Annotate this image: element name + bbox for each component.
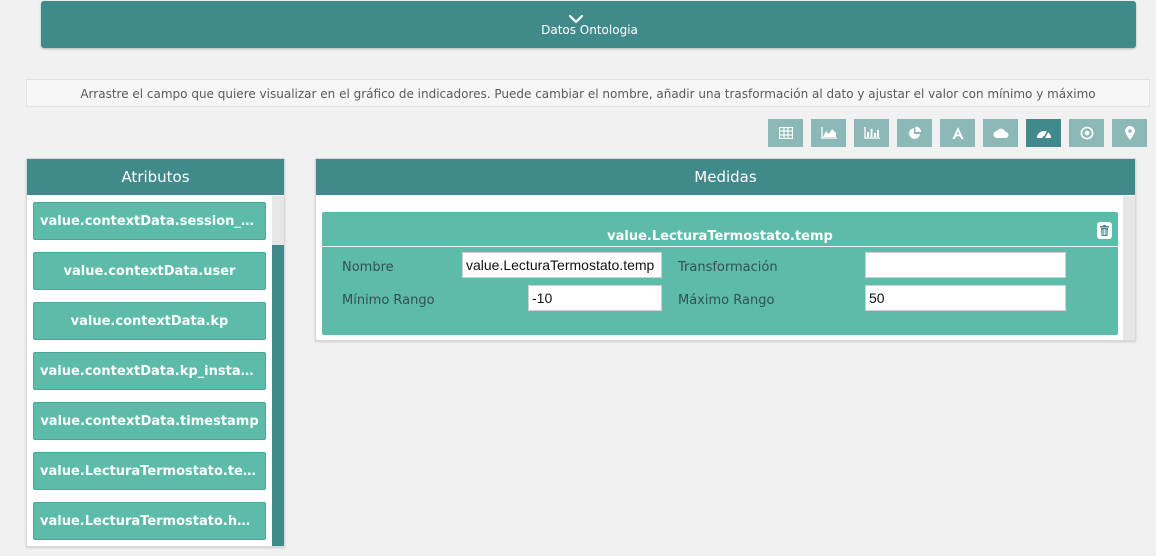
chart-type-toolbar	[768, 119, 1147, 147]
ontology-data-title: Datos Ontologia	[541, 23, 638, 37]
attribute-item[interactable]: value.contextData.kp_instanc...	[33, 352, 266, 390]
min-range-label: Mínimo Rango	[342, 293, 435, 308]
attribute-item[interactable]: value.contextData.timestamp	[33, 402, 266, 440]
attribute-item[interactable]: value.LecturaTermostato.hum	[33, 502, 266, 540]
table-chart-button[interactable]	[768, 119, 803, 147]
name-input[interactable]	[462, 252, 662, 278]
target-chart-button[interactable]	[1069, 119, 1104, 147]
area-chart-button[interactable]	[811, 119, 846, 147]
measures-scrollbar[interactable]	[1123, 196, 1135, 340]
attributes-panel: Atributos value.contextData.session_ke..…	[26, 158, 285, 547]
text-icon	[952, 127, 963, 139]
measure-card: value.LecturaTermostato.temp Nombre Tran…	[322, 212, 1118, 335]
measures-title: Medidas	[316, 159, 1135, 195]
delete-measure-button[interactable]	[1097, 222, 1112, 239]
transformation-input[interactable]	[865, 252, 1066, 278]
map-chart-button[interactable]	[1112, 119, 1147, 147]
gauge-icon	[1036, 131, 1051, 139]
attribute-item[interactable]: value.contextData.session_ke...	[33, 202, 266, 240]
wordcloud-chart-button[interactable]	[983, 119, 1018, 147]
area-chart-icon	[820, 127, 837, 139]
attribute-item[interactable]: value.LecturaTermostato.temp	[33, 452, 266, 490]
map-marker-icon	[1124, 126, 1135, 140]
attribute-item[interactable]: value.contextData.user	[33, 252, 266, 290]
table-icon	[778, 127, 793, 139]
attribute-item[interactable]: value.contextData.kp	[33, 302, 266, 340]
measure-card-title: value.LecturaTermostato.temp	[607, 229, 833, 244]
attributes-scrollbar[interactable]	[272, 196, 284, 546]
ontology-data-toggle[interactable]: Datos Ontologia	[41, 1, 1136, 48]
measure-card-divider	[322, 246, 1118, 247]
target-icon	[1080, 126, 1093, 140]
bar-chart-button[interactable]	[854, 119, 889, 147]
measures-panel: Medidas value.LecturaTermostato.temp Nom…	[315, 158, 1136, 341]
name-label: Nombre	[342, 260, 394, 275]
pie-chart-button[interactable]	[897, 119, 932, 147]
cloud-icon	[993, 128, 1008, 138]
max-range-input[interactable]	[865, 285, 1066, 311]
trash-icon	[1100, 225, 1109, 236]
max-range-label: Máximo Rango	[678, 293, 775, 308]
gauge-chart-button[interactable]	[1026, 119, 1061, 147]
min-range-input[interactable]	[528, 285, 662, 311]
pie-chart-icon	[908, 126, 921, 139]
bar-chart-icon	[863, 127, 880, 139]
attributes-title: Atributos	[27, 159, 284, 195]
attributes-scrollbar-thumb[interactable]	[272, 245, 284, 546]
text-chart-button[interactable]	[940, 119, 975, 147]
transformation-label: Transformación	[678, 260, 778, 275]
instructions-text: Arrastre el campo que quiere visualizar …	[26, 79, 1150, 107]
